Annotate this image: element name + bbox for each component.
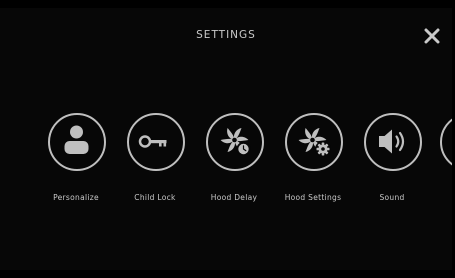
key-icon: [138, 135, 167, 148]
hood-delay-circle: [206, 113, 264, 171]
settings-panel: SETTINGS Personalize Child Lock Hood Del…: [0, 8, 452, 270]
sound-label: Sound: [379, 193, 405, 202]
close-icon[interactable]: [424, 28, 440, 44]
hood-settings-circle: [285, 113, 343, 171]
speaker-icon: [379, 129, 405, 154]
personalize-circle: [48, 113, 106, 171]
settings-screen: SETTINGS Personalize Child Lock Hood Del…: [0, 0, 455, 278]
sound-circle: [364, 113, 422, 171]
person-icon: [64, 125, 89, 154]
fan-gear-icon: [298, 127, 331, 157]
page-title: SETTINGS: [196, 29, 256, 41]
next-setting-circle: [440, 113, 452, 171]
child-lock-circle: [127, 113, 185, 171]
fan-timer-icon: [220, 127, 251, 156]
